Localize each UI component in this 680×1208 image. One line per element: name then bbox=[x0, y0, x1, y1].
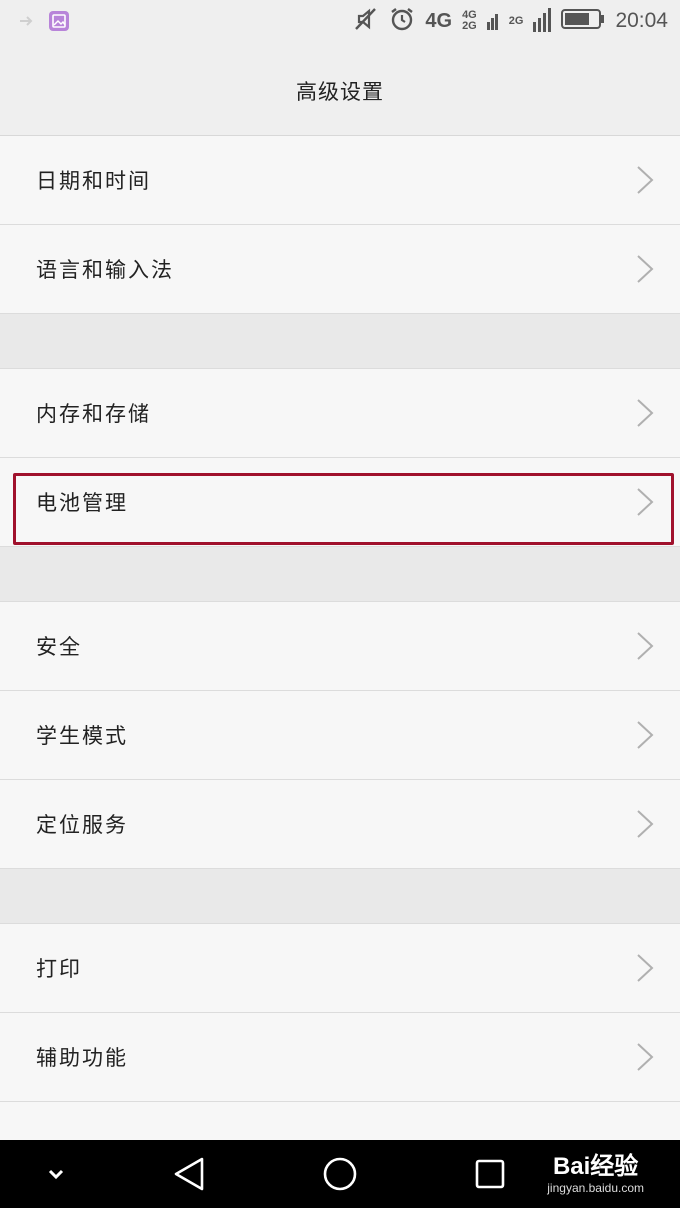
chevron-right-icon bbox=[637, 255, 654, 283]
chevron-right-icon bbox=[637, 399, 654, 427]
settings-item-date-time[interactable]: 日期和时间 bbox=[0, 136, 680, 225]
chevron-down-icon[interactable] bbox=[36, 1140, 76, 1208]
settings-item-language-input[interactable]: 语言和输入法 bbox=[0, 225, 680, 314]
chevron-right-icon bbox=[637, 166, 654, 194]
settings-item-label: 日期和时间 bbox=[36, 169, 151, 193]
chevron-right-icon bbox=[637, 721, 654, 749]
settings-item-label: 学生模式 bbox=[36, 724, 128, 748]
settings-item-label: 内存和存储 bbox=[36, 402, 151, 426]
chevron-right-icon bbox=[637, 632, 654, 660]
watermark-url: jingyan.baidu.com bbox=[547, 1181, 644, 1195]
home-icon[interactable] bbox=[318, 1140, 362, 1208]
sim2-network: 2G bbox=[508, 14, 524, 27]
mute-icon bbox=[353, 6, 379, 36]
section-divider bbox=[0, 869, 680, 924]
image-icon bbox=[48, 10, 70, 36]
watermark: Bai经验 jingyan.baidu.com bbox=[547, 1146, 644, 1195]
settings-item-battery-management[interactable]: 电池管理 bbox=[0, 458, 680, 547]
watermark-brand: Bai经验 bbox=[552, 1153, 639, 1180]
settings-item-label: 定位服务 bbox=[36, 813, 128, 837]
network-4g-label: 4G bbox=[425, 9, 453, 32]
sim1-network: 4G 2G bbox=[462, 10, 477, 32]
title-bar: 高级设置 bbox=[0, 46, 680, 136]
page-title: 高级设置 bbox=[296, 79, 384, 104]
usb-icon bbox=[18, 13, 34, 33]
status-bar: 4G 4G 2G 2G 20:04 bbox=[0, 0, 680, 46]
chevron-right-icon bbox=[637, 488, 654, 516]
signal-icon-2 bbox=[533, 6, 552, 36]
settings-item-student-mode[interactable]: 学生模式 bbox=[0, 691, 680, 780]
settings-item-print[interactable]: 打印 bbox=[0, 924, 680, 1013]
settings-item-label: 语言和输入法 bbox=[36, 258, 174, 282]
settings-list: 日期和时间 语言和输入法 内存和存储 电池管理 安全 学生模式 定位服务 打印 … bbox=[0, 136, 680, 1191]
sim1-network-bottom: 2G bbox=[462, 20, 477, 32]
back-icon[interactable] bbox=[166, 1140, 212, 1208]
signal-icon bbox=[486, 8, 499, 34]
alarm-icon bbox=[389, 6, 415, 36]
settings-item-memory-storage[interactable]: 内存和存储 bbox=[0, 369, 680, 458]
settings-item-label: 打印 bbox=[36, 957, 82, 981]
section-divider bbox=[0, 547, 680, 602]
clock: 20:04 bbox=[615, 9, 668, 32]
settings-item-label: 安全 bbox=[36, 635, 82, 659]
settings-item-accessibility[interactable]: 辅助功能 bbox=[0, 1013, 680, 1102]
battery-icon bbox=[561, 8, 605, 34]
recents-icon[interactable] bbox=[470, 1140, 510, 1208]
settings-item-label: 辅助功能 bbox=[36, 1046, 128, 1070]
settings-item-location-services[interactable]: 定位服务 bbox=[0, 780, 680, 869]
chevron-right-icon bbox=[637, 810, 654, 838]
section-divider bbox=[0, 314, 680, 369]
chevron-right-icon bbox=[637, 954, 654, 982]
settings-item-label: 电池管理 bbox=[36, 491, 128, 515]
settings-item-security[interactable]: 安全 bbox=[0, 602, 680, 691]
chevron-right-icon bbox=[637, 1043, 654, 1071]
